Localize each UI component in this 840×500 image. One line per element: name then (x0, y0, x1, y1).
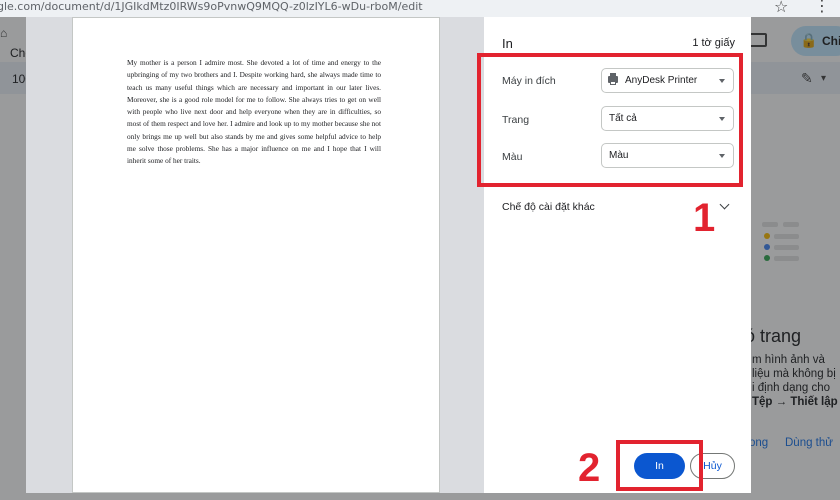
sheet-count: 1 tờ giấy (692, 37, 735, 49)
dialog-title: In (502, 36, 513, 51)
bookmark-star-icon[interactable]: ☆ (774, 0, 788, 17)
highlight-box-settings (477, 53, 743, 187)
more-settings-toggle[interactable]: Chế độ cài đặt khác (502, 201, 595, 213)
step-number-2: 2 (578, 446, 601, 490)
step-number-1: 1 (693, 196, 716, 240)
url-text[interactable]: gle.com/document/d/1JGIkdMtz0IRWs9oPvnwQ… (0, 0, 423, 13)
preview-paragraph: My mother is a person I admire most. She… (127, 58, 381, 165)
browser-address-bar[interactable]: gle.com/document/d/1JGIkdMtz0IRWs9oPvnwQ… (0, 0, 840, 18)
browser-menu-icon[interactable]: ⋮ (814, 0, 830, 16)
highlight-box-print-button (616, 440, 703, 491)
